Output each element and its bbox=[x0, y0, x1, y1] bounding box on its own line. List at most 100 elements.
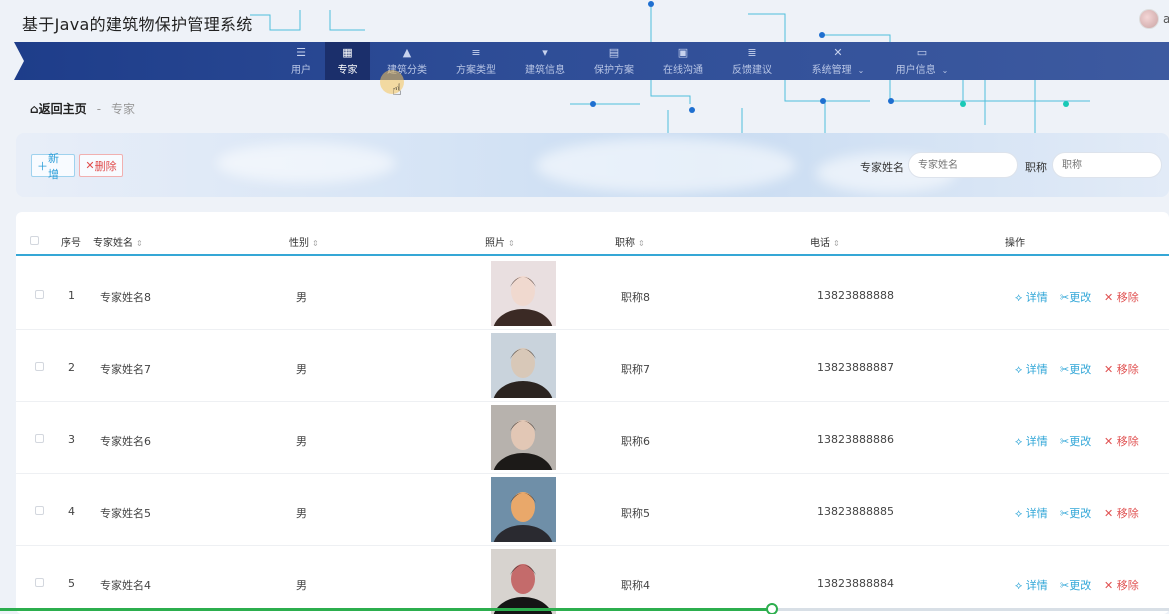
detail-button[interactable]: ⟡ 详情 bbox=[1015, 505, 1048, 521]
header-title[interactable]: 职称 ⇕ bbox=[615, 234, 645, 249]
close-icon: ✕ bbox=[85, 159, 95, 172]
row-expert-name: 专家姓名8 bbox=[100, 291, 151, 304]
nav-item-online-chat[interactable]: ▣ 在线沟通 bbox=[658, 42, 708, 80]
detail-button[interactable]: ⟡ 详情 bbox=[1015, 361, 1048, 377]
header-index: 序号 bbox=[61, 238, 81, 249]
nav-item-user-info[interactable]: ▭ 用户信息 ⌄ bbox=[886, 42, 958, 80]
row-title: 职称6 bbox=[621, 435, 650, 448]
close-icon: ✕ bbox=[1104, 507, 1114, 520]
sort-icon: ⇕ bbox=[638, 239, 645, 248]
flag-icon: ▾ bbox=[542, 45, 548, 59]
video-progress-bar[interactable] bbox=[0, 603, 1169, 614]
eye-icon: ⟡ bbox=[1015, 507, 1023, 520]
nav-item-users[interactable]: ☰ 用户 bbox=[286, 42, 316, 80]
edit-button[interactable]: ✂更改 bbox=[1060, 289, 1091, 305]
row-phone: 13823888885 bbox=[817, 505, 894, 518]
breadcrumb: ⌂返回主页 - 专家 bbox=[30, 100, 135, 117]
row-checkbox[interactable] bbox=[35, 290, 44, 299]
chevron-down-icon: ⌄ bbox=[857, 65, 865, 75]
delete-button[interactable]: ✕ 删除 bbox=[79, 154, 123, 177]
expert-name-search-input[interactable] bbox=[908, 152, 1018, 178]
nav-item-plan-type[interactable]: ≡ 方案类型 bbox=[451, 42, 501, 80]
edit-button[interactable]: ✂更改 bbox=[1060, 577, 1091, 593]
detail-button[interactable]: ⟡ 详情 bbox=[1015, 289, 1048, 305]
user-name-label[interactable]: a bbox=[1163, 12, 1169, 26]
header-phone[interactable]: 电话 ⇕ bbox=[810, 234, 840, 249]
expert-photo[interactable] bbox=[491, 333, 556, 398]
user-avatar[interactable] bbox=[1139, 9, 1159, 29]
row-title: 职称8 bbox=[621, 291, 650, 304]
plus-icon: ＋ bbox=[37, 159, 48, 173]
remove-button[interactable]: ✕ 移除 bbox=[1104, 433, 1139, 449]
top-header: 基于Java的建筑物保护管理系统 a bbox=[0, 0, 1169, 42]
video-progress-fill bbox=[0, 608, 772, 611]
close-icon: ✕ bbox=[1104, 291, 1114, 304]
row-expert-name: 专家姓名6 bbox=[100, 435, 151, 448]
search-name-label: 专家姓名 bbox=[860, 161, 904, 174]
chevron-down-icon: ⌄ bbox=[941, 65, 949, 75]
expert-photo[interactable] bbox=[491, 405, 556, 470]
row-gender: 男 bbox=[296, 507, 307, 520]
row-checkbox[interactable] bbox=[35, 578, 44, 587]
edit-button[interactable]: ✂更改 bbox=[1060, 361, 1091, 377]
edit-button[interactable]: ✂更改 bbox=[1060, 505, 1091, 521]
edit-icon: ✂ bbox=[1060, 363, 1070, 376]
window-icon: ▭ bbox=[916, 45, 928, 59]
close-icon: ✕ bbox=[1104, 363, 1114, 376]
row-expert-name: 专家姓名5 bbox=[100, 507, 151, 520]
eye-icon: ⟡ bbox=[1015, 291, 1023, 304]
expert-table: 序号 专家姓名 ⇕ 性别 ⇕ 照片 ⇕ 职称 ⇕ 电话 ⇕ 操作 1 专家姓名8 男 职称… bbox=[16, 212, 1169, 614]
title-search-input[interactable] bbox=[1052, 152, 1162, 178]
breadcrumb-current: 专家 bbox=[110, 102, 135, 116]
table-row[interactable]: 5 专家姓名4 男 职称4 13823888884 ⟡ 详情 ✂更改 ✕ 移除 bbox=[16, 546, 1169, 614]
table-row[interactable]: 1 专家姓名8 男 职称8 13823888888 ⟡ 详情 ✂更改 ✕ 移除 bbox=[16, 258, 1169, 330]
remove-button[interactable]: ✕ 移除 bbox=[1104, 361, 1139, 377]
row-checkbox[interactable] bbox=[35, 506, 44, 515]
table-row[interactable]: 4 专家姓名5 男 职称5 13823888885 ⟡ 详情 ✂更改 ✕ 移除 bbox=[16, 474, 1169, 546]
row-checkbox[interactable] bbox=[35, 362, 44, 371]
detail-button[interactable]: ⟡ 详情 bbox=[1015, 433, 1048, 449]
hand-cursor-icon: ☝ bbox=[392, 80, 402, 99]
edit-button[interactable]: ✂更改 bbox=[1060, 433, 1091, 449]
expert-photo[interactable] bbox=[491, 549, 556, 614]
video-progress-knob[interactable] bbox=[765, 603, 778, 614]
table-row[interactable]: 3 专家姓名6 男 职称6 13823888886 ⟡ 详情 ✂更改 ✕ 移除 bbox=[16, 402, 1169, 474]
nav-item-system-management[interactable]: ✕ 系统管理 ⌄ bbox=[802, 42, 874, 80]
breadcrumb-home[interactable]: ⌂返回主页 bbox=[30, 102, 91, 116]
add-button[interactable]: ＋新增 bbox=[31, 152, 75, 181]
row-expert-name: 专家姓名4 bbox=[100, 579, 151, 592]
remove-button[interactable]: ✕ 移除 bbox=[1104, 289, 1139, 305]
select-all-checkbox[interactable] bbox=[30, 236, 39, 245]
remove-button[interactable]: ✕ 移除 bbox=[1104, 577, 1139, 593]
row-phone: 13823888884 bbox=[817, 577, 894, 590]
row-phone: 13823888886 bbox=[817, 433, 894, 446]
header-name[interactable]: 专家姓名 ⇕ bbox=[93, 234, 143, 249]
remove-button[interactable]: ✕ 移除 bbox=[1104, 505, 1139, 521]
nav-item-building-info[interactable]: ▾ 建筑信息 bbox=[520, 42, 570, 80]
nav-item-experts[interactable]: ▦ 专家 bbox=[325, 42, 370, 80]
row-gender: 男 bbox=[296, 291, 307, 304]
row-phone: 13823888888 bbox=[817, 289, 894, 302]
expert-photo[interactable] bbox=[491, 477, 556, 542]
close-icon: ✕ bbox=[1104, 435, 1114, 448]
edit-icon: ✂ bbox=[1060, 291, 1070, 304]
nav-item-feedback[interactable]: ≣ 反馈建议 bbox=[727, 42, 777, 80]
breadcrumb-separator: - bbox=[96, 102, 102, 116]
row-title: 职称4 bbox=[621, 579, 650, 592]
row-index: 2 bbox=[68, 361, 75, 374]
expert-photo[interactable] bbox=[491, 261, 556, 326]
app-title: 基于Java的建筑物保护管理系统 bbox=[22, 15, 253, 34]
row-phone: 13823888887 bbox=[817, 361, 894, 374]
sort-icon: ⇕ bbox=[508, 239, 515, 248]
nav-item-protection-plan[interactable]: ▤ 保护方案 bbox=[589, 42, 639, 80]
row-checkbox[interactable] bbox=[35, 434, 44, 443]
detail-button[interactable]: ⟡ 详情 bbox=[1015, 577, 1048, 593]
header-gender[interactable]: 性别 ⇕ bbox=[289, 234, 319, 249]
sort-icon: ⇕ bbox=[312, 239, 319, 248]
edit-icon: ✂ bbox=[1060, 435, 1070, 448]
table-row[interactable]: 2 专家姓名7 男 职称7 13823888887 ⟡ 详情 ✂更改 ✕ 移除 bbox=[16, 330, 1169, 402]
clipboard-icon: ▤ bbox=[608, 45, 620, 59]
row-gender: 男 bbox=[296, 363, 307, 376]
header-photo[interactable]: 照片 ⇕ bbox=[485, 234, 515, 249]
header-actions: 操作 bbox=[1005, 238, 1025, 249]
